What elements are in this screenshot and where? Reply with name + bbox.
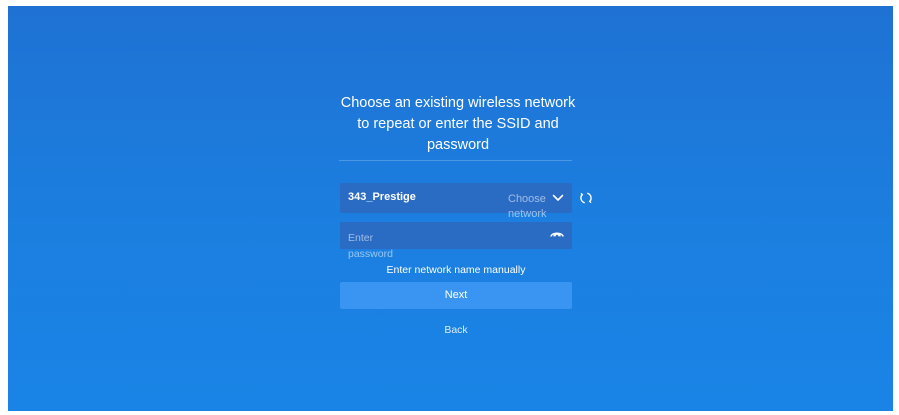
page-title: Choose an existing wireless network to r…	[340, 95, 576, 153]
eye-icon[interactable]	[550, 231, 564, 241]
ssid-select-placeholder: Choose network	[508, 193, 547, 220]
chevron-down-icon[interactable]	[552, 192, 564, 204]
divider	[339, 160, 572, 161]
refresh-icon[interactable]	[579, 191, 593, 205]
next-button[interactable]: Next	[340, 282, 572, 309]
manual-network-link[interactable]: Enter network name manually	[340, 264, 572, 276]
ssid-select[interactable]: 343_Prestige Choose network	[340, 183, 572, 220]
wizard-screen: Choose an existing wireless network to r…	[8, 6, 893, 411]
back-button[interactable]: Back	[340, 324, 572, 336]
password-input[interactable]	[348, 230, 532, 248]
ssid-select-value: 343_Prestige	[348, 191, 416, 203]
password-field[interactable]: Enter password	[340, 222, 572, 260]
